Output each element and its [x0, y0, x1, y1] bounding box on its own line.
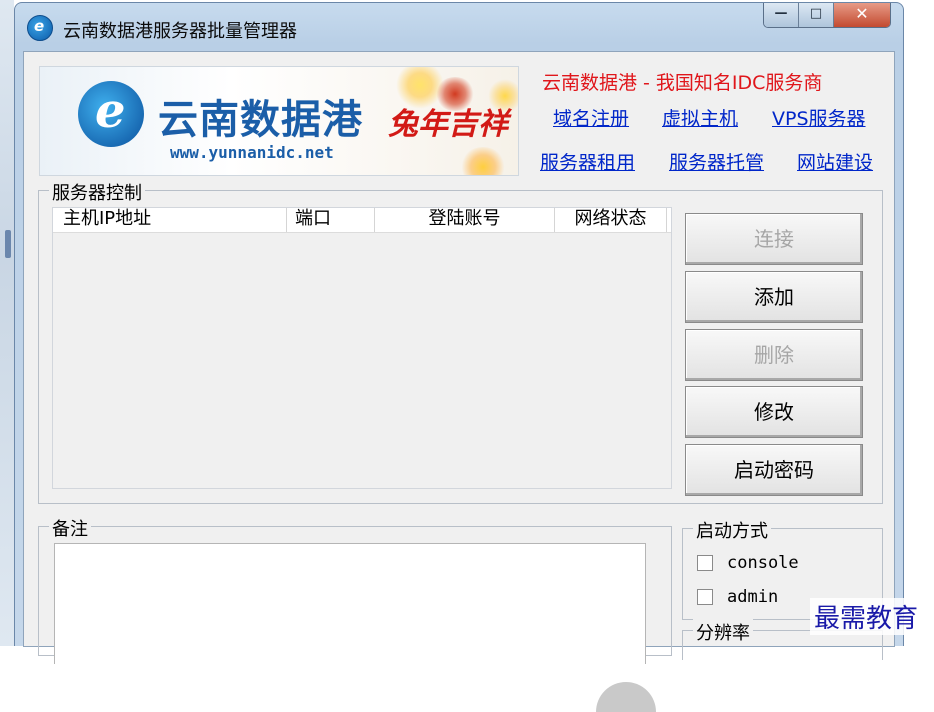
client-area: 云南数据港 www.yunnanidc.net 兔年吉祥 云南数据港 - 我国知…	[23, 51, 895, 712]
link-virtual-host[interactable]: 虚拟主机	[662, 104, 738, 131]
column-network-status[interactable]: 网络状态	[555, 208, 667, 232]
link-domain-registration[interactable]: 域名注册	[553, 104, 629, 131]
modify-button[interactable]: 修改	[685, 386, 863, 438]
server-control-title: 服务器控制	[49, 179, 145, 205]
brand-logo-icon	[78, 81, 144, 147]
brand-name: 云南数据港	[158, 97, 363, 143]
firework-decoration	[460, 147, 506, 175]
admin-label: admin	[727, 587, 779, 607]
app-window: 云南数据港服务器批量管理器 — □ ✕ 云南数据港 www.yunnanidc.…	[14, 2, 904, 712]
watermark-text: 最需教育	[810, 598, 923, 635]
close-button[interactable]: ✕	[834, 3, 890, 27]
app-logo-icon	[27, 15, 53, 41]
admin-checkbox[interactable]	[697, 589, 713, 605]
column-login-account[interactable]: 登陆账号	[375, 208, 555, 232]
server-list[interactable]: 主机IP地址 端口 登陆账号 网络状态	[52, 207, 672, 489]
link-server-rental[interactable]: 服务器租用	[540, 148, 635, 175]
column-port[interactable]: 端口	[287, 208, 375, 232]
connect-button[interactable]: 连接	[685, 213, 863, 265]
brand-banner[interactable]: 云南数据港 www.yunnanidc.net 兔年吉祥	[39, 66, 519, 176]
maximize-icon: □	[809, 6, 823, 21]
console-option[interactable]: console	[697, 553, 799, 573]
title-bar[interactable]: 云南数据港服务器批量管理器 — □ ✕	[15, 3, 903, 51]
minimize-button[interactable]: —	[764, 3, 799, 27]
link-server-hosting[interactable]: 服务器托管	[669, 148, 764, 175]
start-password-button[interactable]: 启动密码	[685, 444, 863, 496]
notes-title: 备注	[49, 515, 91, 541]
minimize-icon: —	[774, 6, 788, 21]
console-label: console	[727, 553, 799, 573]
resolution-title: 分辨率	[693, 619, 753, 645]
close-icon: ✕	[855, 4, 869, 23]
window-controls: — □ ✕	[763, 3, 891, 28]
add-button[interactable]: 添加	[685, 271, 863, 323]
start-mode-title: 启动方式	[693, 517, 771, 543]
column-host-ip[interactable]: 主机IP地址	[53, 208, 287, 232]
company-tagline: 云南数据港 - 我国知名IDC服务商	[542, 72, 823, 94]
brand-url: www.yunnanidc.net	[170, 143, 334, 162]
maximize-button[interactable]: □	[799, 3, 834, 27]
server-control-group: 服务器控制 主机IP地址 端口 登陆账号 网络状态 连接 添加 删除 修改 启动…	[38, 179, 883, 504]
festive-greeting: 兔年吉祥	[388, 107, 508, 142]
delete-button[interactable]: 删除	[685, 329, 863, 381]
server-list-header: 主机IP地址 端口 登陆账号 网络状态	[53, 208, 671, 233]
notes-group: 备注	[38, 515, 672, 664]
link-website-building[interactable]: 网站建设	[797, 148, 873, 175]
link-vps-server[interactable]: VPS服务器	[772, 104, 866, 131]
window-title: 云南数据港服务器批量管理器	[63, 21, 297, 42]
console-checkbox[interactable]	[697, 555, 713, 571]
partial-circle-decoration	[596, 682, 656, 712]
desktop-background	[0, 0, 14, 646]
admin-option[interactable]: admin	[697, 587, 778, 607]
